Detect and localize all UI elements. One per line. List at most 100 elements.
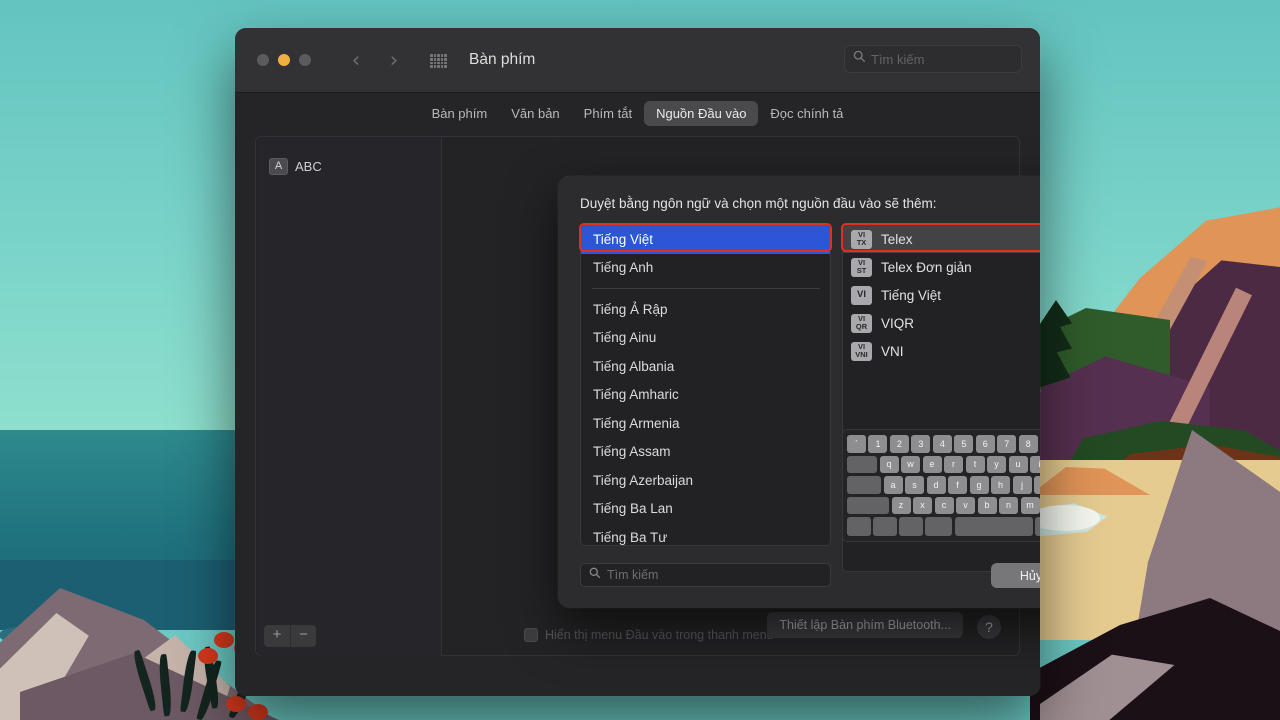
input-method-item-telex-simple[interactable]: VI ST Telex Đơn giản <box>843 253 1040 281</box>
key: z <box>891 496 911 514</box>
help-button[interactable]: ? <box>977 615 1001 639</box>
key: e <box>922 455 942 473</box>
list-divider <box>592 288 820 289</box>
key: 2 <box>889 435 909 453</box>
key: 1 <box>868 435 888 453</box>
key: m <box>1020 496 1040 514</box>
key: r <box>944 455 963 473</box>
key-fn <box>847 517 871 536</box>
language-item-arabic[interactable]: Tiếng Ả Rập <box>581 295 830 324</box>
keyboard-preferences-window: ‹ › Bàn phím Tìm kiếm Bàn phím Văn bản P… <box>235 28 1040 696</box>
input-method-item-viqr[interactable]: VI QR VIQR <box>843 309 1040 337</box>
checkbox-box[interactable] <box>524 628 538 642</box>
source-label: ABC <box>295 158 322 174</box>
key: j <box>1012 476 1032 494</box>
key: i <box>1030 455 1040 473</box>
page-title: Bàn phím <box>469 51 536 68</box>
search-icon <box>589 566 601 584</box>
viqr-badge-icon: VI QR <box>851 313 872 333</box>
key: x <box>913 496 932 514</box>
language-item-armenian[interactable]: Tiếng Armenia <box>581 409 830 438</box>
input-method-item-vietnamese[interactable]: VI Tiếng Việt <box>843 281 1040 309</box>
zoom-button[interactable] <box>299 54 311 66</box>
keyboard-row-bottom: z x c v b n m , . / <box>847 496 1040 514</box>
key-tab <box>847 455 877 473</box>
input-method-item-vni[interactable]: VI VNI VNI <box>843 337 1040 365</box>
add-input-source-sheet: Duyệt bằng ngôn ngữ và chọn một nguồn đầ… <box>558 176 1040 608</box>
key: 5 <box>954 435 974 453</box>
input-method-label: Tiếng Việt <box>881 287 942 303</box>
language-item-polish[interactable]: Tiếng Ba Lan <box>581 495 830 524</box>
input-method-label: VIQR <box>881 315 915 331</box>
language-item-persian[interactable]: Tiếng Ba Tư <box>581 523 830 545</box>
key: y <box>987 455 1006 473</box>
key: d <box>926 476 946 494</box>
tab-dictation[interactable]: Đọc chính tả <box>758 101 855 126</box>
language-item-azerbaijani[interactable]: Tiếng Azerbaijan <box>581 466 830 495</box>
language-item-albanian[interactable]: Tiếng Albania <box>581 352 830 381</box>
key: h <box>991 476 1010 494</box>
back-chevron-icon[interactable]: ‹ <box>345 50 367 72</box>
close-button[interactable] <box>257 54 269 66</box>
language-item-amharic[interactable]: Tiếng Amharic <box>581 381 830 410</box>
key: 6 <box>975 435 995 453</box>
language-item-ainu[interactable]: Tiếng Ainu <box>581 324 830 353</box>
key: u <box>1008 455 1028 473</box>
search-icon <box>853 50 866 68</box>
key: k <box>1034 476 1040 494</box>
tab-shortcuts[interactable]: Phím tắt <box>572 101 644 126</box>
input-method-label: VNI <box>881 343 904 359</box>
minimize-button[interactable] <box>278 54 290 66</box>
language-search-input[interactable]: Tìm kiếm <box>580 563 831 587</box>
telex-simple-badge-icon: VI ST <box>851 257 872 277</box>
tab-text[interactable]: Văn bản <box>499 101 571 126</box>
key-space <box>954 517 1033 536</box>
key: a <box>883 476 903 494</box>
abc-badge-icon: A <box>269 157 288 175</box>
window-search-input[interactable]: Tìm kiếm <box>844 45 1022 73</box>
language-item-english[interactable]: Tiếng Anh <box>581 254 830 283</box>
remove-source-button[interactable]: − <box>290 625 316 647</box>
tab-strip: Bàn phím Văn bản Phím tắt Nguồn Đầu vào … <box>235 101 1040 126</box>
language-item-vietnamese[interactable]: Tiếng Việt <box>581 225 830 254</box>
sheet-title: Duyệt bằng ngôn ngữ và chọn một nguồn đầ… <box>580 196 937 211</box>
key: b <box>977 496 997 514</box>
input-method-label: Telex Đơn giản <box>881 259 972 275</box>
window-search-placeholder: Tìm kiếm <box>871 51 925 67</box>
input-method-item-telex[interactable]: VI TX Telex <box>843 225 1040 253</box>
installed-sources-list[interactable]: A ABC <box>257 138 442 656</box>
show-all-grid-icon[interactable] <box>430 54 447 68</box>
setup-bluetooth-keyboard-button[interactable]: Thiết lập Bàn phím Bluetooth... <box>767 612 963 638</box>
vietnamese-badge-icon: VI <box>851 285 872 305</box>
key-shift-left <box>847 496 889 514</box>
key: s <box>905 476 924 494</box>
key: g <box>969 476 989 494</box>
forward-chevron-icon[interactable]: › <box>383 50 405 72</box>
key: 7 <box>997 435 1017 453</box>
key: c <box>934 496 954 514</box>
keyboard-row-number: ` 1 2 3 4 5 6 7 8 9 0 - = <box>847 435 1040 453</box>
tab-keyboard[interactable]: Bàn phím <box>420 101 500 126</box>
language-search-placeholder: Tìm kiếm <box>607 568 659 582</box>
language-list[interactable]: Tiếng Việt Tiếng Anh Tiếng Ả Rập Tiếng A… <box>580 224 831 546</box>
show-input-menu-checkbox[interactable]: Hiển thị menu Đầu vào trong thanh menu <box>524 628 774 642</box>
add-remove-source-buttons: + − <box>264 625 316 647</box>
cancel-button[interactable]: Hủy <box>991 563 1040 588</box>
telex-badge-icon: VI TX <box>851 229 872 249</box>
key: ` <box>847 435 866 453</box>
list-item[interactable]: A ABC <box>257 153 442 179</box>
window-titlebar: ‹ › Bàn phím Tìm kiếm <box>235 28 1040 93</box>
keyboard-layout-preview: ` 1 2 3 4 5 6 7 8 9 0 - = q <box>842 429 1040 542</box>
key-control <box>873 517 897 536</box>
tab-input-sources[interactable]: Nguồn Đầu vào <box>644 101 759 126</box>
key: v <box>956 496 975 514</box>
key: 3 <box>911 435 931 453</box>
key: 4 <box>932 435 952 453</box>
key: 8 <box>1018 435 1038 453</box>
key: q <box>879 455 899 473</box>
key: n <box>999 496 1018 514</box>
language-item-assamese[interactable]: Tiếng Assam <box>581 438 830 467</box>
add-source-button[interactable]: + <box>264 625 290 647</box>
key-command-left <box>925 517 953 536</box>
key: t <box>965 455 985 473</box>
